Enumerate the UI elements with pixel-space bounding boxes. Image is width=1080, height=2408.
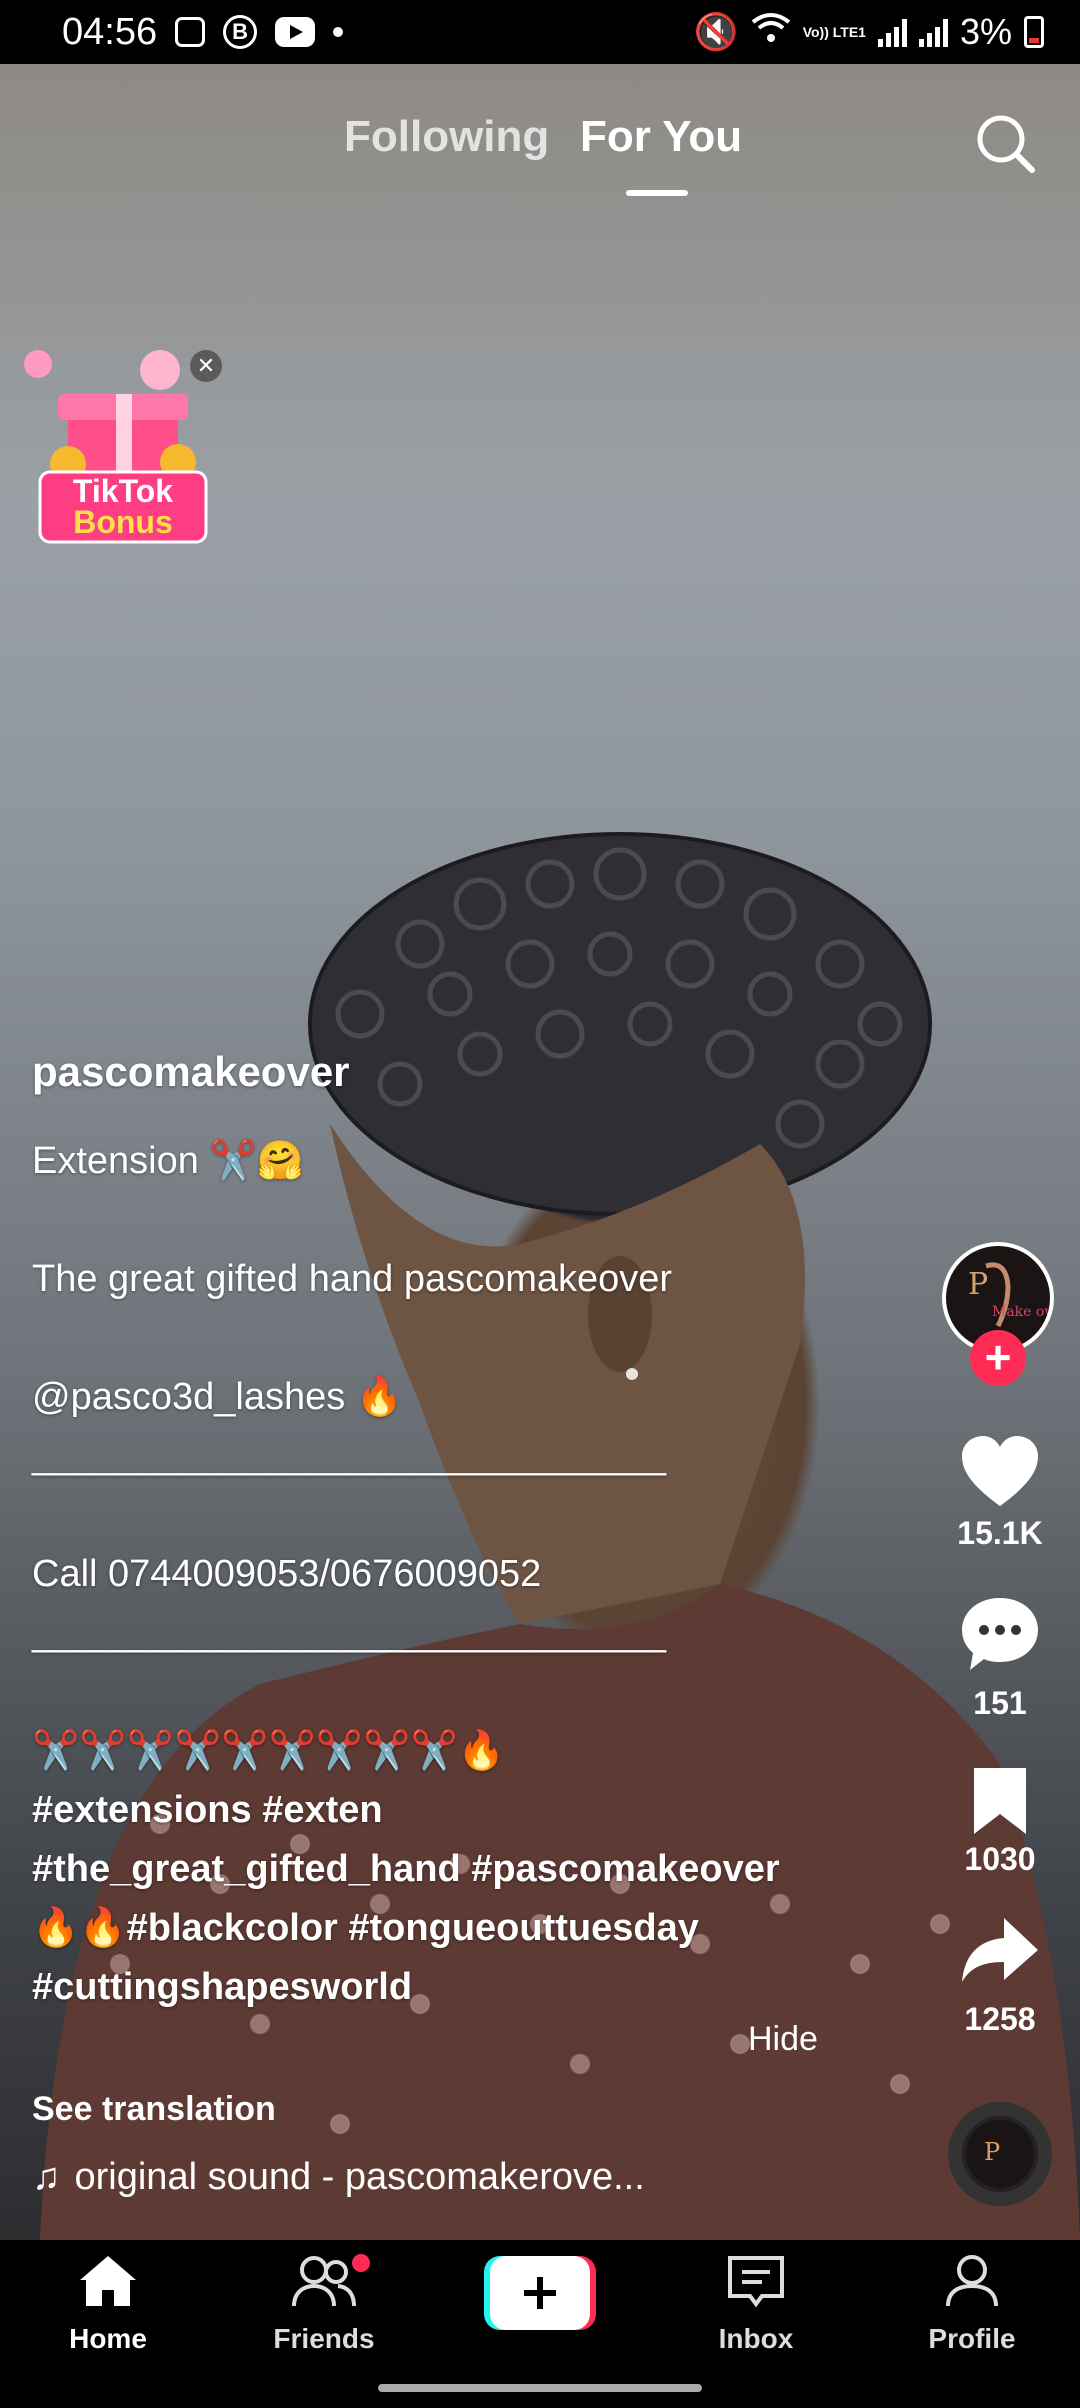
search-icon <box>977 115 1035 173</box>
lte-label: Vo)) LTE1 <box>802 24 866 40</box>
comment-count: 151 <box>973 1685 1027 1721</box>
sound-link[interactable]: ♫ original sound - pascomakerove... <box>32 2156 645 2199</box>
nav-inbox-label: Inbox <box>718 2323 794 2354</box>
caption-line <box>32 1486 852 1545</box>
search-button[interactable] <box>974 112 1036 174</box>
status-time: 04:56 <box>62 10 158 53</box>
profile-icon <box>946 2255 998 2307</box>
post-username[interactable]: pascomakeover <box>32 1048 852 1096</box>
nav-inbox[interactable]: Inbox <box>676 2254 836 2355</box>
plus-icon <box>484 2256 596 2330</box>
signal-2-icon <box>918 17 948 47</box>
comment-icon <box>962 1598 1038 1670</box>
caption-line: ✂️✂️✂️✂️✂️✂️✂️✂️✂️🔥 <box>32 1730 506 1772</box>
svg-text:Make over: Make over <box>992 1304 1050 1320</box>
follow-button[interactable]: + <box>970 1330 1026 1386</box>
music-note-icon: ♫ <box>32 2156 61 2198</box>
wifi-icon <box>751 11 791 53</box>
bookmark-action[interactable]: 1030 <box>940 1766 1060 1878</box>
bottom-navigation: Home Friends Inbox Profile <box>0 2240 1080 2408</box>
caption-line <box>32 1191 852 1250</box>
status-bar: 04:56 B 🔇 Vo)) LTE1 3% <box>0 0 1080 64</box>
caption-hashtags[interactable]: #the_great_gifted_hand #pascomakeover <box>32 1840 852 1899</box>
nav-home-label: Home <box>69 2323 147 2354</box>
sound-title: original sound - pascomakerove... <box>74 2156 645 2198</box>
sound-cover-icon: P <box>966 2120 1034 2188</box>
heart-icon <box>962 1436 1038 1506</box>
battery-icon <box>1024 16 1044 48</box>
friends-notification-dot <box>352 2254 370 2272</box>
signal-icon <box>877 17 907 47</box>
tab-following[interactable]: Following <box>344 112 549 162</box>
friends-icon <box>292 2256 356 2307</box>
hide-caption-button[interactable]: Hide <box>748 2020 818 2059</box>
battery-percent: 3% <box>959 11 1012 52</box>
caption-line: ______________________________ <box>32 1435 667 1477</box>
youtube-icon <box>275 17 316 47</box>
svg-text:P: P <box>984 2138 1000 2166</box>
b-badge-icon: B <box>223 15 258 49</box>
share-action[interactable]: 1258 <box>940 1916 1060 2038</box>
sound-disc[interactable]: P <box>948 2102 1052 2206</box>
see-translation-link[interactable]: See translation <box>32 2090 276 2129</box>
bonus-subtitle: Bonus <box>73 504 173 540</box>
nav-home[interactable]: Home <box>28 2254 188 2355</box>
tab-for-you[interactable]: For You <box>580 112 742 162</box>
nav-friends-label: Friends <box>273 2323 375 2354</box>
caption-line: Call 0744009053/0676009052 <box>32 1553 542 1595</box>
caption-hashtags[interactable]: #cuttingshapesworld <box>32 1958 852 2017</box>
caption-line: ______________________________ <box>32 1612 667 1654</box>
inbox-icon <box>728 2256 784 2308</box>
nav-friends[interactable]: Friends <box>244 2254 404 2355</box>
mute-icon: 🔇 <box>693 11 739 52</box>
caption-line <box>32 1663 852 1722</box>
close-bonus-button[interactable]: ✕ <box>190 350 222 382</box>
create-post-button[interactable] <box>484 2256 596 2330</box>
nav-profile[interactable]: Profile <box>892 2254 1052 2355</box>
caption-hashtags[interactable]: #extensions #exten <box>32 1781 852 1840</box>
notification-dot-icon <box>333 27 344 37</box>
close-icon: ✕ <box>196 353 216 378</box>
bonus-title: TikTok <box>72 473 174 509</box>
active-tab-indicator <box>626 190 688 196</box>
caption-line: The great gifted hand pascomakeover <box>32 1258 673 1300</box>
share-arrow-icon <box>962 1918 1038 1982</box>
bookmark-icon <box>974 1768 1026 1834</box>
gallery-icon <box>175 17 206 47</box>
caption-hashtags[interactable]: 🔥🔥#blackcolor #tongueouttuesday <box>32 1899 852 1958</box>
like-action[interactable]: 15.1K <box>940 1436 1060 1552</box>
svg-text:P: P <box>968 1267 988 1302</box>
home-icon <box>80 2256 136 2306</box>
comment-action[interactable]: 151 <box>940 1596 1060 1722</box>
caption-line <box>32 1309 852 1368</box>
share-count: 1258 <box>964 2001 1036 2037</box>
post-caption: pascomakeover Extension ✂️🤗 The great gi… <box>32 1048 852 2017</box>
caption-line: Extension ✂️🤗 <box>32 1140 305 1182</box>
like-count: 15.1K <box>957 1515 1043 1551</box>
gesture-bar[interactable] <box>378 2384 702 2392</box>
bookmark-count: 1030 <box>964 1841 1036 1877</box>
nav-profile-label: Profile <box>928 2323 1016 2354</box>
caption-mention[interactable]: @pasco3d_lashes 🔥 <box>32 1368 852 1427</box>
